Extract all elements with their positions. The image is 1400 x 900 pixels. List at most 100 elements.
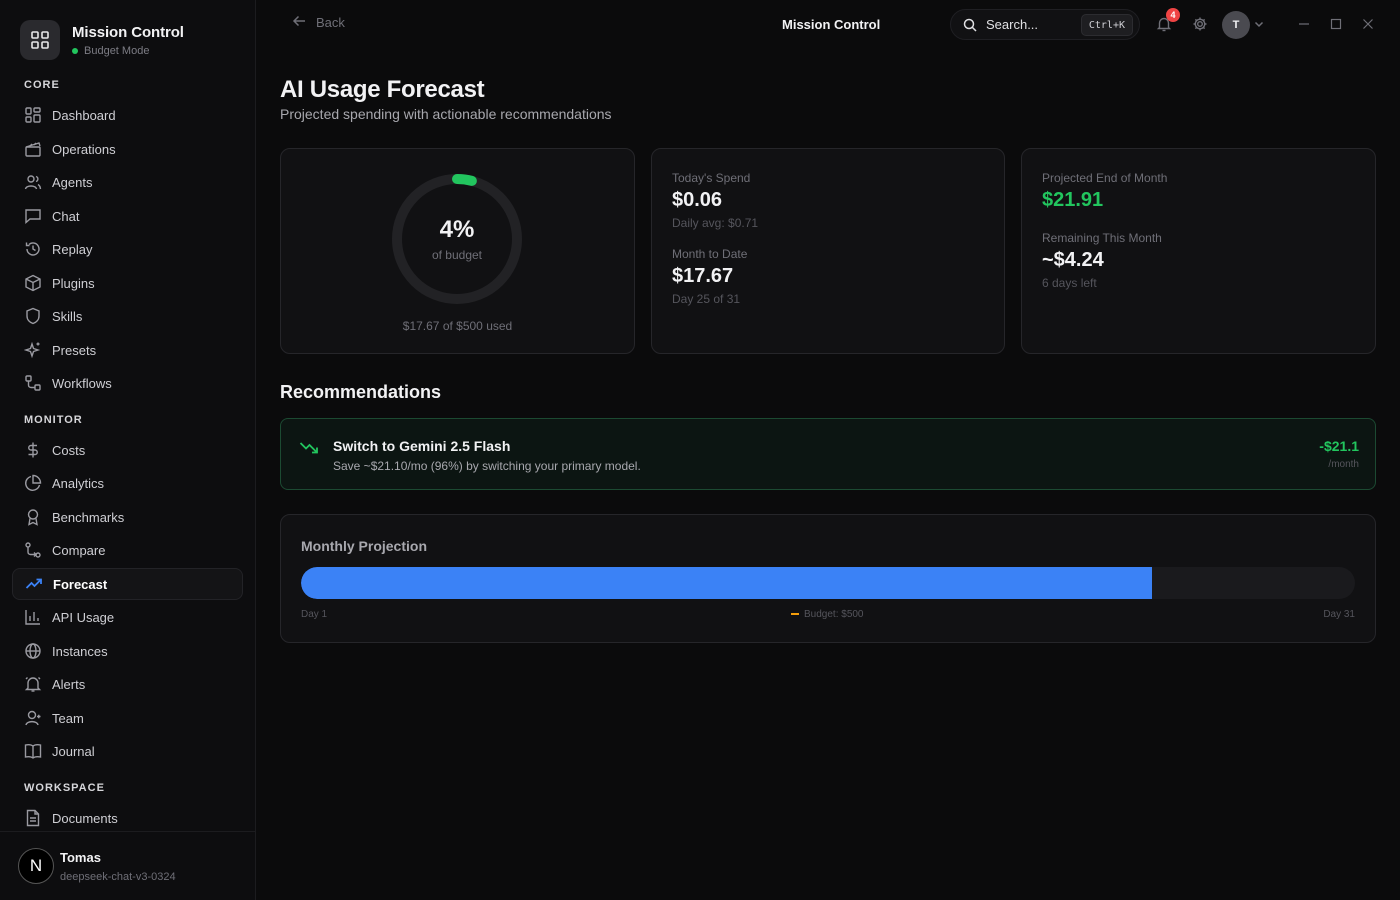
sidebar-item-forecast[interactable]: Forecast bbox=[12, 568, 243, 600]
budget-percent: 4% bbox=[439, 216, 475, 243]
book-icon bbox=[24, 742, 42, 760]
compare-icon bbox=[24, 541, 42, 559]
sidebar-item-alerts[interactable]: Alerts bbox=[12, 668, 243, 700]
budget-gauge: 4% of budget bbox=[391, 173, 523, 305]
trending-down-icon bbox=[299, 439, 319, 462]
minimize-button[interactable] bbox=[1294, 14, 1314, 34]
budget-gauge-card: 4% of budget $17.67 of $500 used bbox=[280, 148, 635, 354]
user-icon bbox=[24, 709, 42, 727]
sidebar-item-plugins[interactable]: Plugins bbox=[12, 267, 243, 299]
sparkles-icon bbox=[24, 341, 42, 359]
back-button[interactable]: Back bbox=[292, 14, 345, 31]
pie-chart-icon bbox=[24, 474, 42, 492]
sidebar-item-chat[interactable]: Chat bbox=[12, 200, 243, 232]
sidebar-item-label: Compare bbox=[52, 542, 106, 558]
sidebar-item-label: Agents bbox=[52, 174, 93, 190]
sidebar-item-label: Skills bbox=[52, 308, 83, 324]
notifications-button[interactable]: 4 bbox=[1154, 8, 1180, 34]
workflow-icon bbox=[24, 374, 42, 392]
sidebar-item-label: Plugins bbox=[52, 275, 95, 291]
sidebar-item-label: Dashboard bbox=[52, 107, 116, 123]
axis-end-label: Day 31 bbox=[1323, 609, 1355, 620]
stat-sub: 6 days left bbox=[1042, 276, 1097, 290]
stat-sub: Daily avg: $0.71 bbox=[672, 216, 759, 230]
sidebar-item-label: Documents bbox=[52, 810, 118, 826]
sidebar-item-team[interactable]: Team bbox=[12, 702, 243, 734]
stat-label: Projected End of Month bbox=[1042, 171, 1168, 185]
avatar[interactable]: T bbox=[1222, 11, 1250, 39]
stat-label: Today's Spend bbox=[672, 171, 751, 185]
month-to-date-stat: Month to Date $17.67 Day 25 of 31 bbox=[672, 247, 747, 306]
section-label-monitor: MONITOR bbox=[24, 414, 83, 426]
spend-card: Today's Spend $0.06 Daily avg: $0.71 Mon… bbox=[651, 148, 1005, 354]
chevron-down-icon bbox=[1254, 19, 1264, 29]
globe-icon bbox=[24, 642, 42, 660]
brand[interactable]: Mission Control Budget Mode bbox=[20, 20, 184, 60]
stat-label: Month to Date bbox=[672, 247, 748, 261]
close-button[interactable] bbox=[1358, 14, 1378, 34]
page-subtitle: Projected spending with actionable recom… bbox=[280, 106, 612, 122]
sidebar-item-replay[interactable]: Replay bbox=[12, 233, 243, 265]
stat-sub: Day 25 of 31 bbox=[672, 292, 741, 306]
sidebar-item-api-usage[interactable]: API Usage bbox=[12, 601, 243, 633]
sidebar-item-label: Benchmarks bbox=[52, 509, 125, 525]
user-model: deepseek-chat-v3-0324 bbox=[60, 870, 176, 883]
sidebar-item-label: Replay bbox=[52, 241, 93, 257]
close-icon bbox=[1362, 18, 1374, 30]
search-input[interactable]: Search... Ctrl+K bbox=[950, 9, 1140, 40]
clapper-icon bbox=[24, 140, 42, 158]
sidebar: Mission Control Budget Mode CORE Dashboa… bbox=[0, 0, 256, 900]
sidebar-item-label: Instances bbox=[52, 643, 108, 659]
account-menu-button[interactable] bbox=[1252, 14, 1266, 34]
maximize-button[interactable] bbox=[1326, 14, 1346, 34]
dashboard-icon bbox=[24, 106, 42, 124]
sidebar-item-presets[interactable]: Presets bbox=[12, 334, 243, 366]
history-icon bbox=[24, 240, 42, 258]
stat-value: $17.67 bbox=[672, 265, 734, 287]
avatar: N bbox=[18, 848, 54, 884]
sidebar-item-dashboard[interactable]: Dashboard bbox=[12, 99, 243, 131]
today-spend-stat: Today's Spend $0.06 Daily avg: $0.71 bbox=[672, 171, 758, 230]
budget-legend: Budget: $500 bbox=[791, 609, 864, 620]
sidebar-item-compare[interactable]: Compare bbox=[12, 534, 243, 566]
grid-logo-icon bbox=[20, 20, 60, 60]
maximize-icon bbox=[1330, 18, 1342, 30]
budget-caption: of budget bbox=[431, 248, 483, 262]
package-icon bbox=[24, 274, 42, 292]
sidebar-item-instances[interactable]: Instances bbox=[12, 635, 243, 667]
sidebar-item-analytics[interactable]: Analytics bbox=[12, 467, 243, 499]
sidebar-item-journal[interactable]: Journal bbox=[12, 735, 243, 767]
app-window: Mission Control Budget Mode CORE Dashboa… bbox=[0, 0, 1400, 900]
document-icon bbox=[24, 809, 42, 827]
back-label: Back bbox=[316, 15, 345, 30]
minimize-icon bbox=[1298, 18, 1310, 30]
bell-icon bbox=[24, 675, 42, 693]
top-bar: Back Mission Control Search... Ctrl+K 4 … bbox=[256, 0, 1400, 48]
sidebar-item-operations[interactable]: Operations bbox=[12, 133, 243, 165]
recommendation-card[interactable]: Switch to Gemini 2.5 Flash Save ~$21.10/… bbox=[280, 418, 1376, 490]
search-icon bbox=[963, 18, 977, 32]
settings-button[interactable] bbox=[1190, 14, 1210, 34]
users-icon bbox=[24, 173, 42, 191]
sidebar-item-documents[interactable]: Documents bbox=[12, 802, 243, 834]
sidebar-item-label: Operations bbox=[52, 141, 116, 157]
sidebar-item-workflows[interactable]: Workflows bbox=[12, 367, 243, 399]
trending-up-icon bbox=[25, 575, 43, 593]
recommendation-period: /month bbox=[1328, 459, 1359, 470]
recommendation-description: Save ~$21.10/mo (96%) by switching your … bbox=[333, 459, 641, 473]
sidebar-item-label: Chat bbox=[52, 208, 80, 224]
search-shortcut: Ctrl+K bbox=[1080, 14, 1133, 36]
sidebar-item-label: Analytics bbox=[52, 475, 105, 491]
sidebar-item-benchmarks[interactable]: Benchmarks bbox=[12, 501, 243, 533]
projection-bar-track bbox=[301, 567, 1355, 599]
sidebar-item-agents[interactable]: Agents bbox=[12, 166, 243, 198]
sidebar-user-footer[interactable]: N Tomas deepseek-chat-v3-0324 bbox=[0, 831, 255, 900]
sidebar-item-skills[interactable]: Skills bbox=[12, 300, 243, 332]
budget-legend-swatch bbox=[791, 613, 799, 616]
sidebar-item-label: Journal bbox=[52, 743, 95, 759]
sidebar-item-label: Workflows bbox=[52, 375, 112, 391]
mode-indicator: Budget Mode bbox=[72, 45, 184, 57]
projection-card: Projected End of Month $21.91 Remaining … bbox=[1021, 148, 1376, 354]
sidebar-item-costs[interactable]: Costs bbox=[12, 434, 243, 466]
axis-start-label: Day 1 bbox=[301, 609, 328, 620]
